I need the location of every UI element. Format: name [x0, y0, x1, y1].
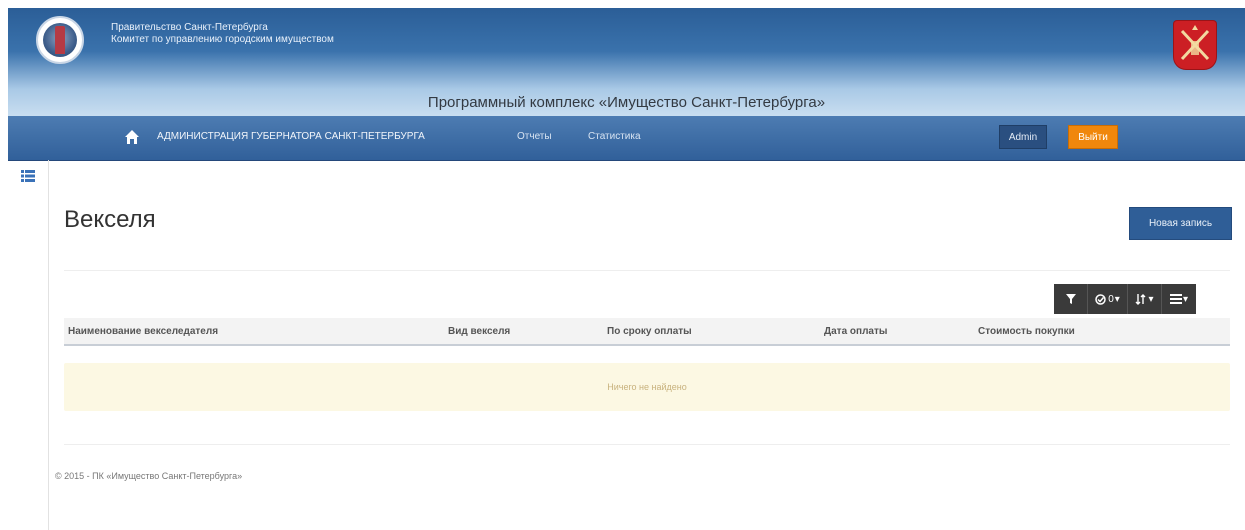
- empty-table-message: Ничего не найдено: [64, 363, 1230, 411]
- columns-button[interactable]: ▾: [1162, 284, 1196, 314]
- divider: [64, 444, 1230, 445]
- home-icon[interactable]: [124, 129, 140, 145]
- navbar: АДМИНИСТРАЦИЯ ГУБЕРНАТОРА САНКТ-ПЕТЕРБУР…: [8, 116, 1245, 161]
- selection-button[interactable]: 0 ▾: [1088, 284, 1128, 314]
- page-frame: Правительство Санкт-Петербурга Комитет п…: [8, 8, 1245, 530]
- header: Правительство Санкт-Петербурга Комитет п…: [8, 8, 1245, 116]
- page-title: Векселя: [64, 206, 156, 233]
- sidebar-divider: [48, 160, 49, 530]
- filter-button[interactable]: [1054, 284, 1088, 314]
- column-header-purchase-cost[interactable]: Стоимость покупки: [978, 326, 1075, 337]
- divider: [64, 270, 1230, 271]
- committee-name: Комитет по управлению городским имуществ…: [111, 34, 334, 45]
- column-header-bill-type[interactable]: Вид векселя: [448, 326, 510, 337]
- chevron-down-icon: ▾: [1182, 293, 1189, 305]
- grid-toolbar: 0 ▾ ▾ ▾: [1054, 284, 1196, 314]
- column-header-issuer[interactable]: Наименование векселедателя: [68, 326, 218, 337]
- new-record-button[interactable]: Новая запись: [1129, 207, 1232, 240]
- selection-count: 0: [1108, 293, 1114, 305]
- sort-icon: [1135, 293, 1146, 305]
- check-circle-icon: [1095, 293, 1106, 305]
- nav-link-reports[interactable]: Отчеты: [517, 131, 552, 142]
- logout-button[interactable]: Выйти: [1068, 125, 1118, 149]
- coat-of-arms-icon: [1174, 21, 1216, 69]
- app-title: Программный комплекс «Имущество Санкт-Пе…: [427, 94, 826, 111]
- chevron-down-icon: ▾: [1148, 293, 1154, 305]
- nav-link-organization[interactable]: АДМИНИСТРАЦИЯ ГУБЕРНАТОРА САНКТ-ПЕТЕРБУР…: [157, 131, 425, 142]
- nav-link-statistics[interactable]: Статистика: [588, 131, 641, 142]
- sort-button[interactable]: ▾: [1128, 284, 1162, 314]
- government-name: Правительство Санкт-Петербурга: [111, 22, 268, 33]
- table-header: Наименование векселедателя Вид векселя П…: [64, 318, 1230, 346]
- column-header-payment-term[interactable]: По сроку оплаты: [607, 326, 692, 337]
- list-menu-icon[interactable]: [21, 169, 35, 183]
- chevron-down-icon: ▾: [1114, 293, 1120, 305]
- government-emblem-icon: [36, 16, 84, 64]
- filter-icon: [1065, 294, 1076, 304]
- column-header-payment-date[interactable]: Дата оплаты: [824, 326, 887, 337]
- admin-button[interactable]: Admin: [999, 125, 1047, 149]
- columns-icon: [1169, 294, 1182, 304]
- government-caption: Правительство Санкт-Петербурга Комитет п…: [111, 22, 334, 46]
- footer-copyright: © 2015 - ПК «Имущество Санкт-Петербурга»: [55, 471, 243, 481]
